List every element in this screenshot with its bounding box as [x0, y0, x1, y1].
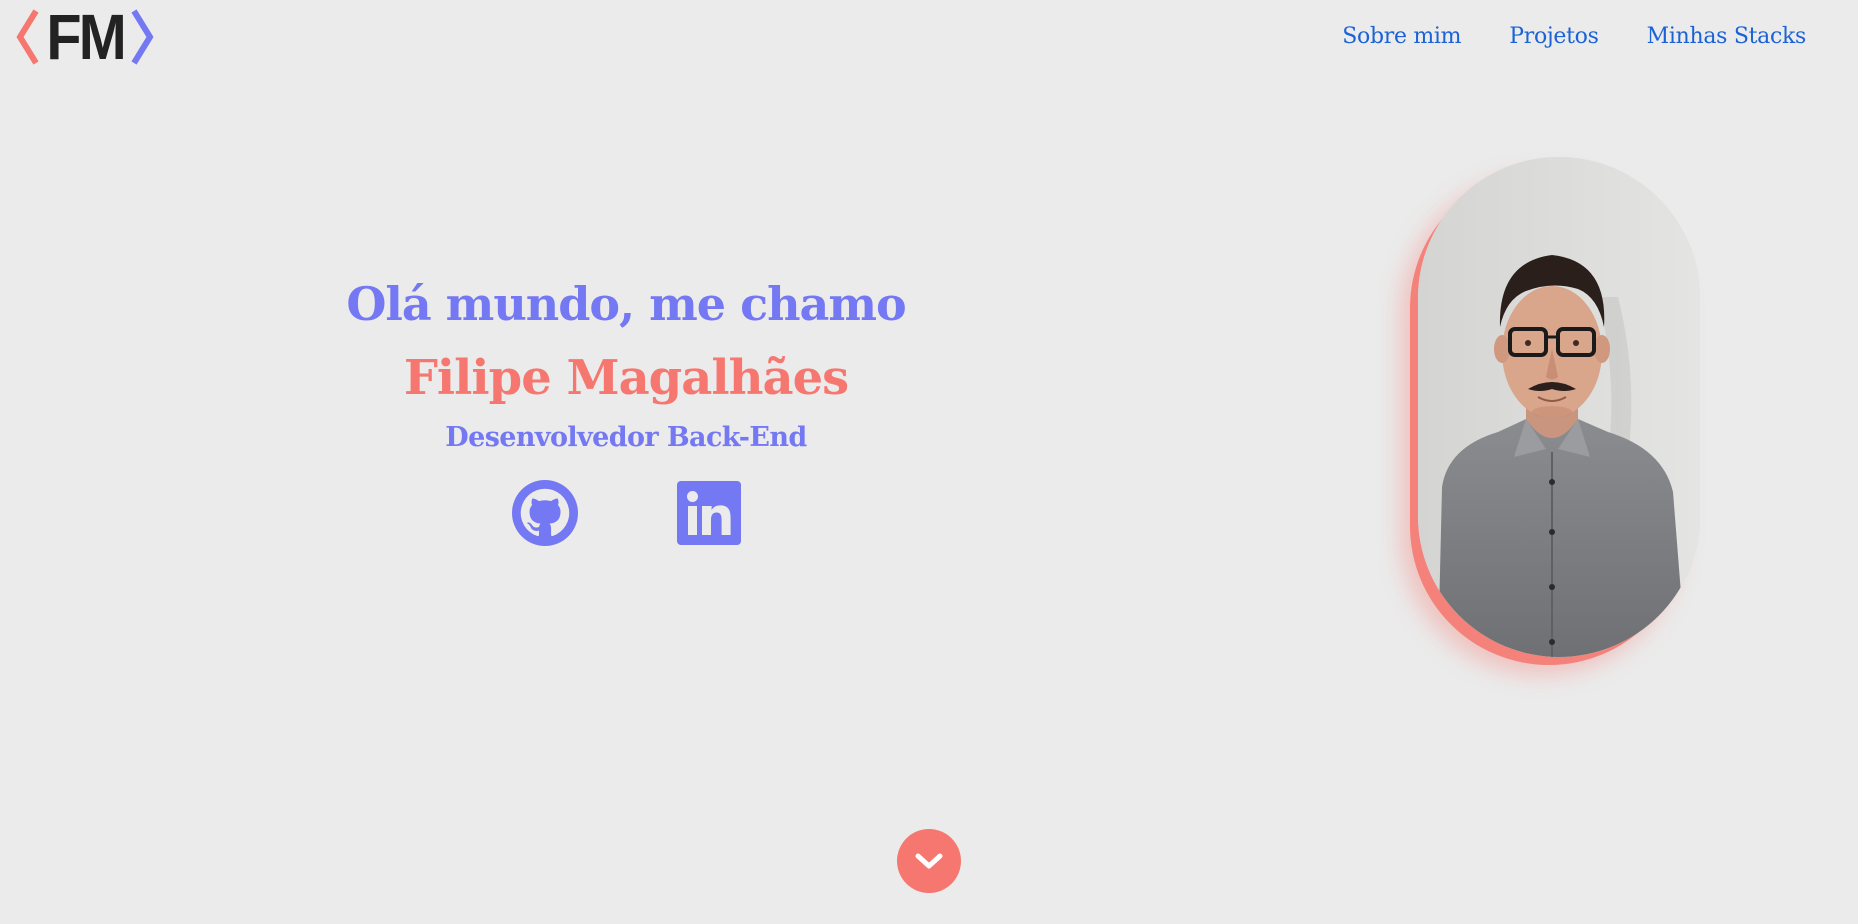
logo[interactable]: FM	[14, 1, 156, 73]
hero-section: Olá mundo, me chamo Filipe Magalhães Des…	[326, 270, 926, 458]
github-icon[interactable]	[512, 480, 578, 546]
nav-link-sobre-mim[interactable]: Sobre mim	[1342, 24, 1461, 49]
nav-link-minhas-stacks[interactable]: Minhas Stacks	[1647, 24, 1807, 49]
right-bracket-icon	[131, 9, 154, 65]
logo-text: FM	[46, 1, 126, 73]
nav-link-projetos[interactable]: Projetos	[1509, 24, 1599, 49]
linkedin-icon[interactable]	[676, 480, 742, 546]
greeting-text: Olá mundo, me chamo	[346, 277, 906, 331]
profile-photo	[1418, 157, 1700, 657]
job-title: Desenvolvedor Back-End	[445, 422, 807, 453]
chevron-down-icon	[915, 853, 943, 869]
page: FM Sobre mim Projetos Minhas Stacks Olá …	[0, 0, 1858, 924]
main-nav: Sobre mim Projetos Minhas Stacks	[1342, 24, 1806, 49]
author-name: Filipe Magalhães	[403, 350, 849, 406]
social-links	[512, 480, 742, 546]
left-bracket-icon	[16, 9, 39, 65]
scroll-down-button[interactable]	[897, 829, 961, 893]
